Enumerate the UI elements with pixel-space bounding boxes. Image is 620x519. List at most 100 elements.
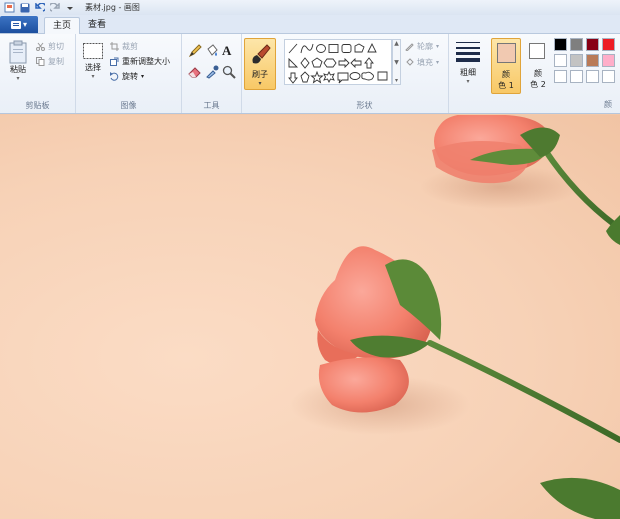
brush-dropdown-arrow: ▾ [258, 80, 262, 87]
palette-swatch[interactable] [554, 70, 567, 83]
ribbon: 粘贴 ▾ 剪切 复制 剪贴板 选择 ▾ 裁剪 重新调整大小 旋转 ▾ 图像 A … [0, 34, 620, 114]
shapes-gallery-scrollbar[interactable]: ▲ ▼ ▾ [392, 39, 401, 85]
color1-swatch [497, 43, 516, 63]
shapes-gallery[interactable] [284, 39, 392, 85]
paste-button[interactable]: 粘贴 ▾ [4, 40, 32, 82]
customize-quick-access-icon[interactable] [64, 2, 75, 13]
tab-row: ▾ 主页 查看 [0, 15, 620, 34]
scroll-down-icon[interactable]: ▼ [394, 59, 399, 66]
palette-swatch[interactable] [570, 38, 583, 51]
palette-swatch[interactable] [570, 54, 583, 67]
paint-window: 素材.jpg - 画图 ▾ 主页 查看 粘贴 ▾ 剪切 复制 剪贴板 选择 ▾ … [0, 0, 620, 519]
magnifier-icon[interactable] [222, 65, 236, 79]
clipboard-group: 粘贴 ▾ 剪切 复制 剪贴板 [0, 34, 76, 113]
outline-button[interactable]: 轮廓 ▾ [405, 41, 439, 52]
fill-button[interactable]: 填充 ▾ [405, 57, 439, 68]
brush-icon [252, 44, 271, 64]
four-point-star-shape-icon [300, 71, 310, 83]
bottom-leaf [540, 477, 620, 519]
color-palette [554, 38, 620, 98]
redo-icon[interactable] [49, 2, 60, 13]
select-button[interactable]: 选择 ▾ [80, 40, 106, 80]
pencil-icon[interactable] [188, 44, 202, 58]
clipboard-group-label: 剪贴板 [25, 101, 50, 110]
rotate-dropdown-arrow[interactable]: ▾ [141, 73, 144, 80]
copy-label: 复制 [48, 57, 64, 66]
size-button[interactable]: 粗细 ▾ [452, 40, 484, 85]
color1-button[interactable]: 颜 色 1 [491, 38, 521, 94]
line-size-icon [456, 42, 480, 62]
save-icon[interactable] [19, 2, 30, 13]
rotate-label: 旋转 [122, 72, 138, 81]
color2-button[interactable]: 颜 色 2 [524, 38, 552, 94]
brush-label: 刷子 [252, 70, 268, 79]
text-tool-icon[interactable]: A [222, 43, 231, 59]
tab-home[interactable]: 主页 [44, 17, 81, 34]
window-title: 素材.jpg - 画图 [85, 3, 140, 12]
shapes-group: ▲ ▼ ▾ 轮廓 ▾ 填充 ▾ 形状 [281, 34, 449, 113]
outline-icon [405, 43, 414, 51]
crop-button[interactable]: 裁剪 [110, 41, 138, 52]
paste-icon [9, 40, 27, 64]
canvas-image [290, 115, 620, 519]
resize-label: 重新调整大小 [122, 57, 170, 66]
select-icon [83, 43, 103, 59]
brush-button[interactable]: 刷子 ▾ [244, 38, 276, 90]
color-picker-icon[interactable] [205, 65, 219, 79]
file-menu-arrow: ▾ [22, 20, 27, 29]
curve-shape-icon [300, 43, 314, 54]
pentagon-shape-icon [311, 57, 323, 68]
outline-label: 轮廓 [417, 42, 433, 51]
resize-icon [110, 57, 119, 66]
line-shape-icon [288, 43, 298, 54]
palette-swatch[interactable] [602, 38, 615, 51]
palette-swatch[interactable] [554, 38, 567, 51]
gallery-expand-icon[interactable]: ▾ [395, 77, 398, 84]
eraser-icon[interactable] [188, 65, 202, 79]
down-arrow-shape-icon [288, 72, 298, 84]
palette-swatch[interactable] [586, 70, 599, 83]
cut-button[interactable]: 剪切 [36, 41, 64, 52]
color2-label-line1: 颜 [534, 69, 542, 78]
select-dropdown-arrow[interactable]: ▾ [91, 73, 94, 80]
palette-swatch[interactable] [570, 70, 583, 83]
rounded-rectangle-shape-icon [341, 44, 352, 53]
palette-swatch[interactable] [586, 54, 599, 67]
rotate-icon [110, 72, 119, 81]
palette-swatch[interactable] [554, 54, 567, 67]
undo-icon[interactable] [34, 2, 45, 13]
color1-label-line1: 颜 [502, 70, 510, 79]
copy-button[interactable]: 复制 [36, 56, 64, 67]
color2-swatch [529, 43, 545, 59]
tools-group-label: 工具 [203, 101, 220, 110]
resize-button[interactable]: 重新调整大小 [110, 56, 170, 67]
paste-label: 粘贴 [10, 65, 26, 74]
up-arrow-shape-icon [364, 57, 374, 69]
paste-dropdown-arrow[interactable]: ▾ [16, 75, 19, 82]
image-group: 选择 ▾ 裁剪 重新调整大小 旋转 ▾ 图像 [76, 34, 182, 113]
scissors-icon [36, 42, 45, 51]
size-dropdown-arrow: ▾ [466, 78, 470, 85]
palette-swatch[interactable] [602, 54, 615, 67]
file-menu-button[interactable]: ▾ [0, 16, 38, 33]
tab-view[interactable]: 查看 [80, 17, 114, 34]
drawing-canvas[interactable] [0, 115, 620, 519]
shapes-group-label: 形状 [356, 101, 373, 110]
oval-callout-shape-icon [349, 72, 361, 80]
image-group-label: 图像 [120, 101, 137, 110]
crop-label: 裁剪 [122, 42, 138, 51]
outline-dropdown-arrow: ▾ [436, 43, 440, 50]
palette-swatch[interactable] [586, 38, 599, 51]
fill-bucket-icon[interactable] [205, 44, 219, 58]
right-arrow-shape-icon [338, 57, 350, 69]
rotate-button[interactable]: 旋转 ▾ [110, 71, 144, 82]
scroll-up-icon[interactable]: ▲ [394, 40, 399, 47]
five-point-star-shape-icon [310, 70, 324, 84]
triangle-shape-icon [367, 42, 377, 53]
colors-group-label: 颜 [604, 100, 612, 109]
select-label: 选择 [85, 63, 101, 72]
right-triangle-shape-icon [288, 57, 299, 68]
oval-shape-icon [316, 44, 326, 53]
palette-swatch[interactable] [602, 70, 615, 83]
heart-shape-icon [377, 71, 388, 81]
